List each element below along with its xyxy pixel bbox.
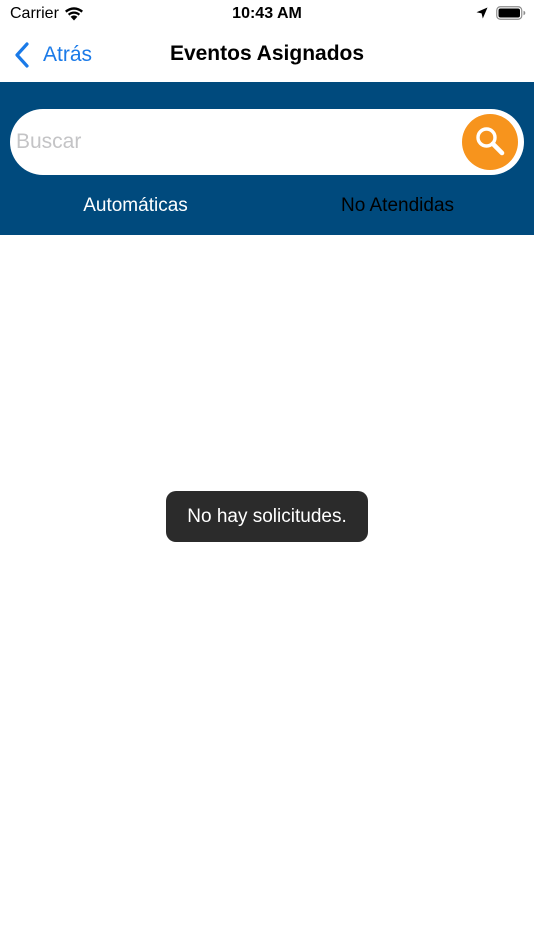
search-bar	[10, 109, 524, 175]
battery-icon	[496, 6, 526, 20]
search-icon	[476, 127, 505, 156]
page-title: Eventos Asignados	[169, 42, 365, 65]
empty-state-toast: No hay solicitudes.	[166, 491, 368, 542]
tab-no-atendidas[interactable]: No Atendidas	[264, 190, 531, 222]
search-input[interactable]	[16, 121, 456, 163]
status-bar: Carrier 10:43 AM	[0, 0, 534, 30]
search-button[interactable]	[462, 114, 518, 170]
tab-bar: Automáticas No Atendidas	[0, 190, 534, 222]
search-header: Automáticas No Atendidas	[0, 82, 534, 235]
location-icon	[476, 7, 488, 19]
tab-automaticas[interactable]: Automáticas	[2, 190, 269, 222]
clock: 10:43 AM	[232, 5, 302, 22]
navigation-bar: Atrás Eventos Asignados	[0, 30, 534, 82]
screen: Carrier 10:43 AM Atrás Eventos Asignados	[0, 0, 534, 950]
